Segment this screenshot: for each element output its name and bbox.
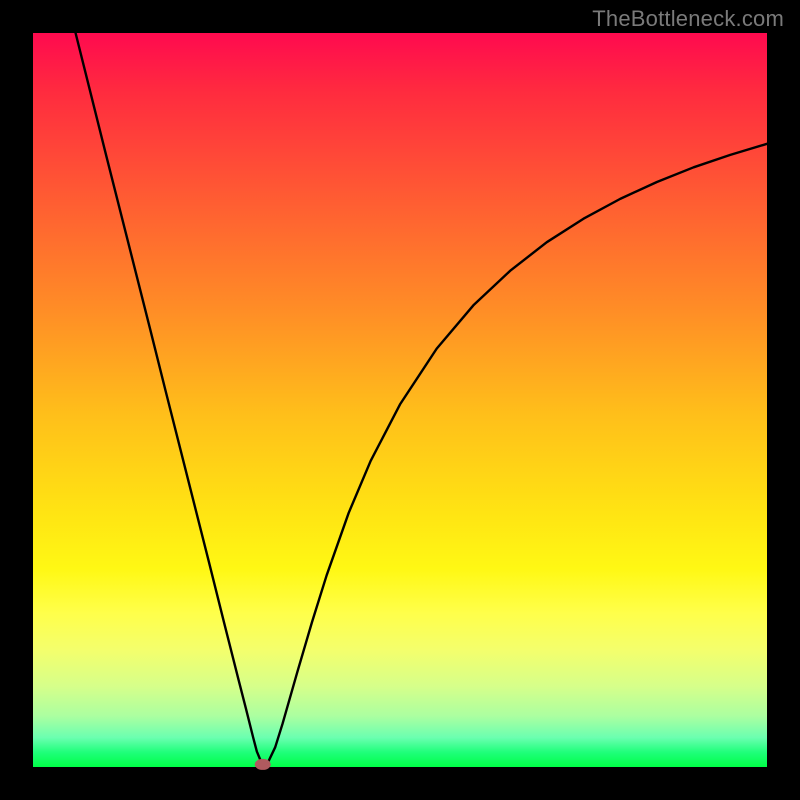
curve-line (76, 33, 767, 766)
chart-frame: TheBottleneck.com (0, 0, 800, 800)
plot-area (33, 33, 767, 767)
watermark-text: TheBottleneck.com (592, 6, 784, 32)
chart-svg (33, 33, 767, 767)
curve-minimum-marker (255, 759, 271, 770)
